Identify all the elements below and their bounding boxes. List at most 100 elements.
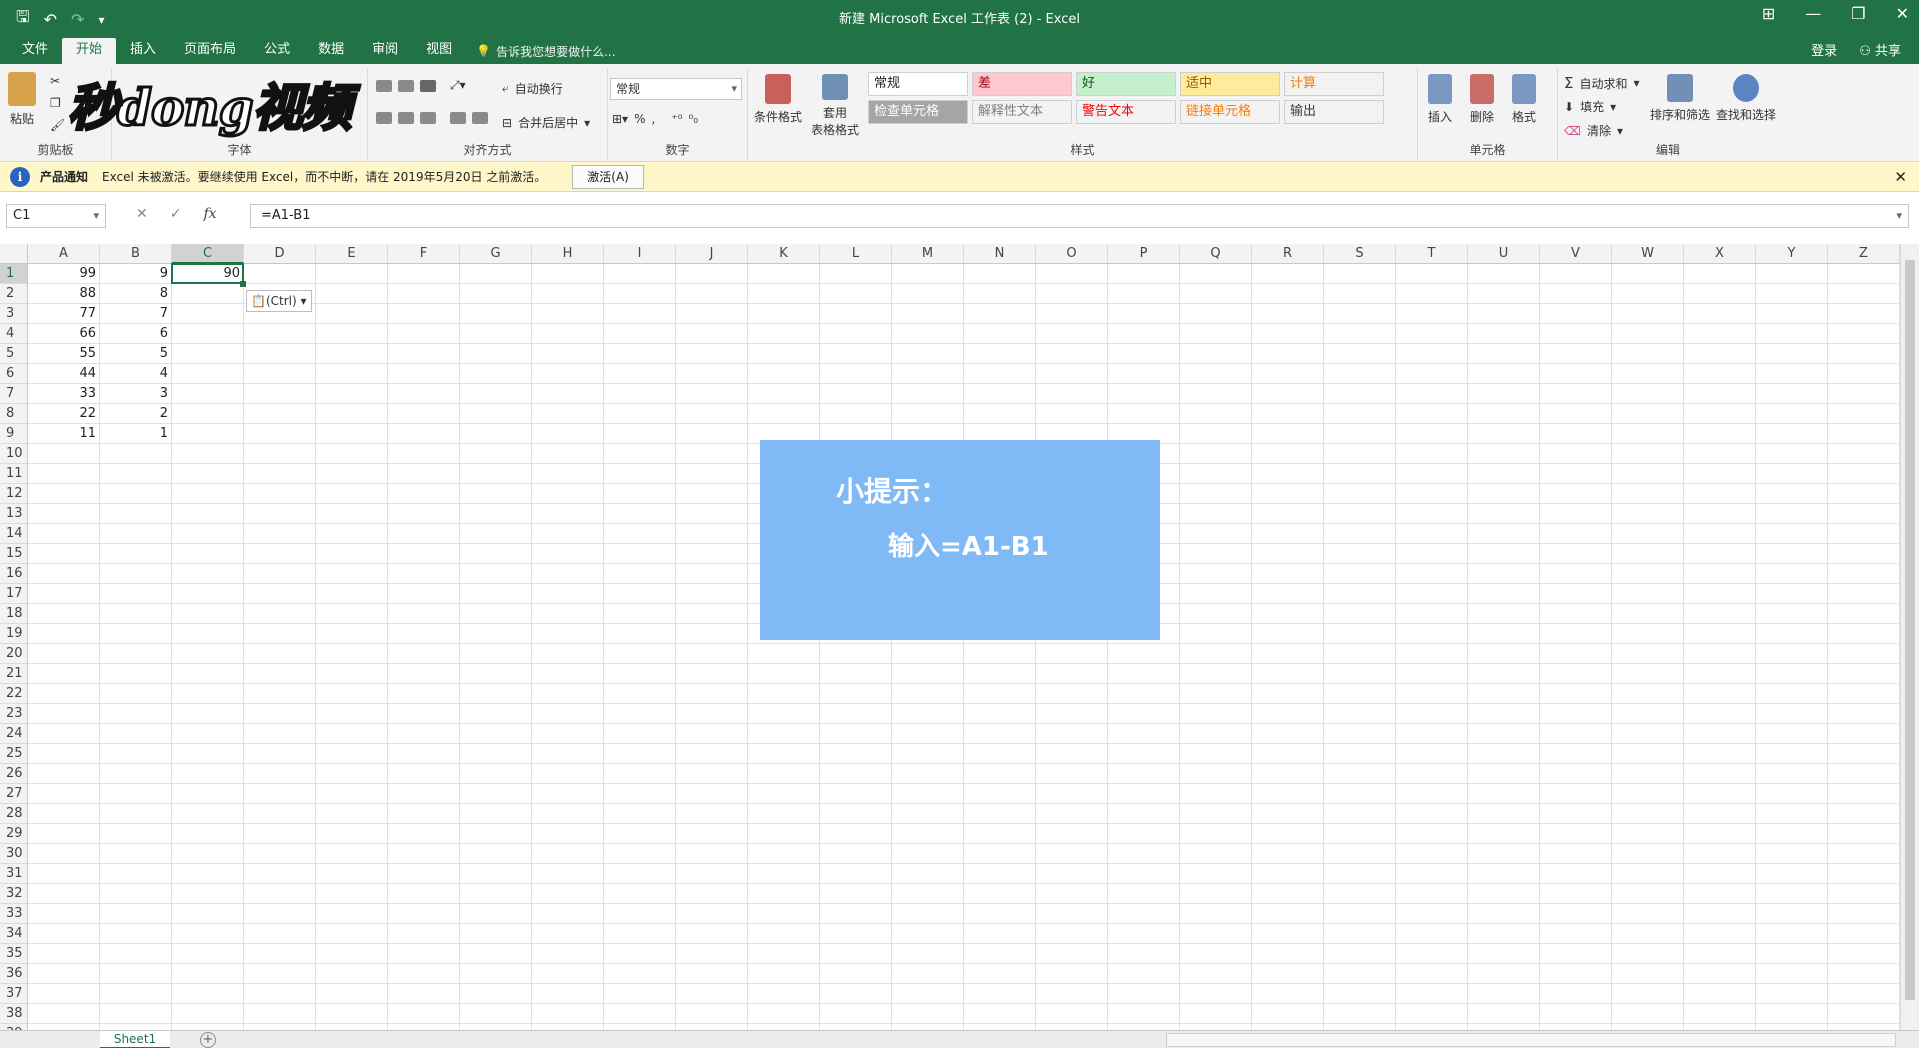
align-right-icon[interactable] [420,112,436,124]
row-header[interactable]: 26 [0,764,28,784]
cell-style-option[interactable]: 输出 [1284,100,1384,124]
row-header[interactable]: 6 [0,364,28,384]
row-header[interactable]: 18 [0,604,28,624]
row-header[interactable]: 32 [0,884,28,904]
insert-function-icon[interactable]: fx [203,206,216,222]
decrease-decimal-icon[interactable]: ⁰₀ [688,112,698,126]
paste-options-button[interactable]: 📋(Ctrl) ▾ [246,290,312,312]
ribbon-tab[interactable]: 数据 [304,38,358,64]
number-format-select[interactable]: 常规 [610,78,742,100]
column-header[interactable]: X [1684,244,1756,264]
row-header[interactable]: 16 [0,564,28,584]
restore-icon[interactable]: ❐ [1851,4,1865,23]
column-header[interactable]: A [28,244,100,264]
row-header[interactable]: 9 [0,424,28,444]
activate-button[interactable]: 激活(A) [572,164,644,189]
row-header[interactable]: 17 [0,584,28,604]
cell-style-option[interactable]: 链接单元格 [1180,100,1280,124]
cell[interactable]: 44 [28,364,100,384]
cell-area[interactable]: 99 88 77 66 55 44 33 22 11 9 8 7 6 5 4 3 2 1 90 📋(Ctrl) ▾ [28,263,1900,1030]
cell[interactable]: 11 [28,424,100,444]
column-header[interactable]: Y [1756,244,1828,264]
row-header[interactable]: 7 [0,384,28,404]
increase-indent-icon[interactable] [472,112,488,124]
row-header[interactable]: 10 [0,444,28,464]
horizontal-align-buttons[interactable] [376,112,488,124]
column-header[interactable]: G [460,244,532,264]
align-left-icon[interactable] [376,112,392,124]
column-header[interactable]: M [892,244,964,264]
column-header[interactable]: W [1612,244,1684,264]
add-sheet-button[interactable]: + [200,1032,216,1048]
conditional-format-button[interactable]: 条件格式 [752,74,804,125]
cell[interactable]: 77 [28,304,100,324]
enter-icon[interactable]: ✓ [170,206,182,222]
ribbon-tab[interactable]: 开始 [62,38,117,64]
ribbon-tab[interactable]: 页面布局 [170,38,250,64]
vertical-align-buttons[interactable]: ⤢▾ [376,78,466,93]
horizontal-scrollbar[interactable] [1166,1033,1896,1047]
format-as-table-button[interactable]: 套用 表格格式 [804,74,866,138]
cell-style-option[interactable]: 差 [972,72,1072,96]
cell-style-option[interactable]: 适中 [1180,72,1280,96]
select-all-corner[interactable] [0,244,28,264]
cell-style-option[interactable]: 常规 [868,72,968,96]
ribbon-tab[interactable]: 公式 [250,38,304,64]
row-header[interactable]: 5 [0,344,28,364]
cell-style-option[interactable]: 好 [1076,72,1176,96]
paste-button[interactable]: 粘贴 [8,72,36,127]
cell-style-option[interactable]: 计算 [1284,72,1384,96]
row-header[interactable]: 8 [0,404,28,424]
clear-button[interactable]: ⌫ 清除 ▾ [1564,122,1623,139]
delete-cells-button[interactable]: 删除 [1470,74,1494,125]
column-header[interactable]: T [1396,244,1468,264]
percent-button[interactable]: % [634,112,645,126]
comma-button[interactable]: , [651,112,655,126]
row-header[interactable]: 30 [0,844,28,864]
row-header[interactable]: 19 [0,624,28,644]
row-header[interactable]: 33 [0,904,28,924]
increase-decimal-icon[interactable]: ⁺⁰ [671,112,682,126]
column-header[interactable]: U [1468,244,1540,264]
row-header[interactable]: 3 [0,304,28,324]
column-header[interactable]: Z [1828,244,1900,264]
row-header[interactable]: 36 [0,964,28,984]
cell[interactable]: 4 [100,364,172,384]
row-header[interactable]: 15 [0,544,28,564]
column-header[interactable]: R [1252,244,1324,264]
row-header[interactable]: 20 [0,644,28,664]
cell-style-option[interactable]: 警告文本 [1076,100,1176,124]
signin-link[interactable]: 登录 [1811,40,1837,59]
row-header[interactable]: 29 [0,824,28,844]
ribbon-tab[interactable]: 视图 [412,38,466,64]
row-header[interactable]: 12 [0,484,28,504]
column-header[interactable]: S [1324,244,1396,264]
align-top-icon[interactable] [376,79,392,92]
row-header[interactable]: 28 [0,804,28,824]
cell[interactable]: 33 [28,384,100,404]
column-header[interactable]: O [1036,244,1108,264]
column-header[interactable]: D [244,244,316,264]
row-header[interactable]: 24 [0,724,28,744]
cell[interactable]: 3 [100,384,172,404]
wrap-text-button[interactable]: ⤶ 自动换行 [502,80,563,97]
cell[interactable]: 9 [100,264,172,284]
autosum-button[interactable]: Σ 自动求和 ▾ [1564,74,1640,92]
format-cells-button[interactable]: 格式 [1512,74,1536,125]
row-header[interactable]: 1 [0,264,28,284]
cell[interactable]: 5 [100,344,172,364]
tell-me-search[interactable]: 💡 告诉我您想要做什么... [476,38,615,64]
column-header[interactable]: E [316,244,388,264]
sort-filter-button[interactable]: 排序和筛选 [1650,74,1710,123]
column-header[interactable]: L [820,244,892,264]
column-header[interactable]: P [1108,244,1180,264]
row-header[interactable]: 23 [0,704,28,724]
cell[interactable]: 7 [100,304,172,324]
row-header[interactable]: 22 [0,684,28,704]
row-header[interactable]: 31 [0,864,28,884]
column-header[interactable]: V [1540,244,1612,264]
sheet-tab-sheet1[interactable]: Sheet1 [100,1031,170,1048]
row-header[interactable]: 37 [0,984,28,1004]
row-header[interactable]: 35 [0,944,28,964]
merge-center-button[interactable]: ⊟ 合并后居中 ▾ [502,114,590,131]
